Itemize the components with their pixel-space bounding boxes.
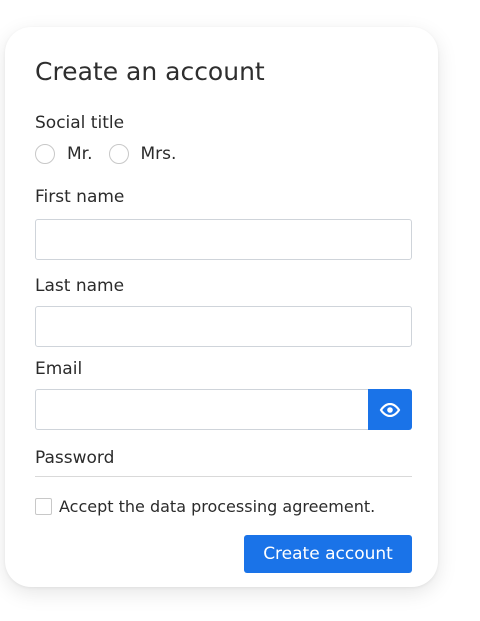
email-label: Email [35, 359, 83, 379]
page-title: Create an account [35, 57, 265, 86]
last-name-input[interactable] [35, 306, 412, 347]
radio-mr[interactable] [35, 144, 55, 164]
first-name-label: First name [35, 187, 125, 207]
first-name-input[interactable] [35, 219, 412, 260]
radio-mrs-label[interactable]: Mrs. [141, 144, 177, 164]
radio-mrs[interactable] [108, 144, 129, 164]
password-label: Password [35, 448, 115, 468]
agreement-label[interactable]: Accept the data processing agreement. [59, 497, 375, 516]
password-divider [35, 476, 412, 477]
eye-icon [379, 402, 401, 417]
agreement-checkbox[interactable] [35, 498, 52, 515]
radio-mr-label[interactable]: Mr. [67, 144, 93, 164]
create-account-button[interactable]: Create account [244, 535, 412, 573]
social-title-radio-group: Mr. Mrs. [35, 142, 192, 166]
email-input[interactable] [35, 389, 368, 430]
agreement-row: Accept the data processing agreement. [35, 497, 375, 516]
reveal-button[interactable] [368, 389, 412, 430]
create-account-card: Create an account Social title Mr. Mrs. … [5, 27, 438, 587]
social-title-label: Social title [35, 113, 125, 133]
last-name-label: Last name [35, 276, 125, 296]
